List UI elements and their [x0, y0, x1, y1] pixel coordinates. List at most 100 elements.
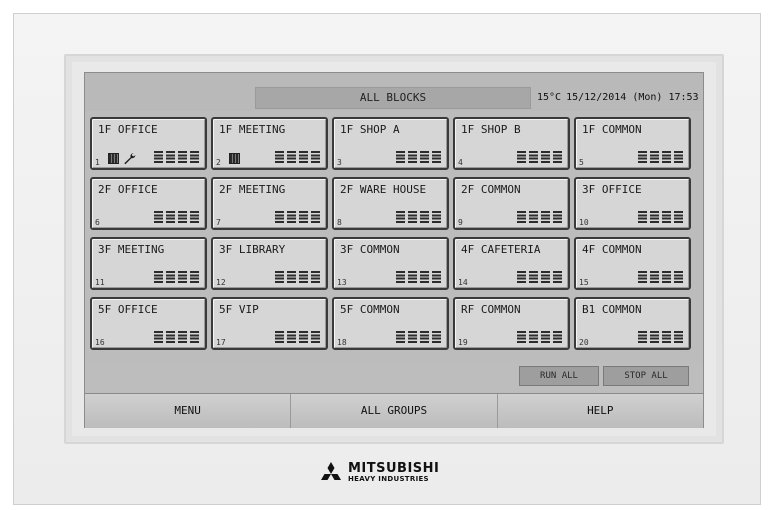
- wrench-icon: [124, 153, 136, 165]
- block-tile[interactable]: 1F MEETING 2: [211, 117, 328, 170]
- run-all-button[interactable]: RUN ALL: [519, 366, 599, 386]
- unit-status-icon: [396, 271, 442, 283]
- block-tile[interactable]: 2F MEETING 7: [211, 177, 328, 230]
- block-number: 10: [579, 218, 589, 227]
- block-tile[interactable]: 4F CAFETERIA 14: [453, 237, 570, 290]
- block-name: 2F OFFICE: [98, 183, 158, 196]
- block-grid: 1F OFFICE 1 1F MEETING 2 1F SHOP A 3 1F SHOP B…: [90, 117, 691, 350]
- block-name: 5F VIP: [219, 303, 259, 316]
- three-diamonds-icon: [321, 462, 341, 480]
- temperature-readout: 15°C: [537, 92, 562, 103]
- unit-status-icon: [517, 271, 563, 283]
- unit-status-icon: [154, 331, 200, 343]
- block-name: 1F MEETING: [219, 123, 286, 136]
- all-groups-button[interactable]: ALL GROUPS: [290, 394, 496, 428]
- block-number: 5: [579, 158, 584, 167]
- block-number: 8: [337, 218, 342, 227]
- block-tile[interactable]: 3F OFFICE 10: [574, 177, 691, 230]
- block-tile[interactable]: 5F COMMON 18: [332, 297, 449, 350]
- block-number: 19: [458, 338, 468, 347]
- block-name: 1F SHOP A: [340, 123, 400, 136]
- block-name: 1F SHOP B: [461, 123, 521, 136]
- menu-button[interactable]: MENU: [85, 394, 290, 428]
- unit-status-icon: [638, 331, 684, 343]
- status-info: 15°C 15/12/2014 (Mon) 17:53: [537, 87, 701, 109]
- block-tile[interactable]: B1 COMMON 20: [574, 297, 691, 350]
- unit-status-icon: [396, 331, 442, 343]
- block-name: RF COMMON: [461, 303, 521, 316]
- block-number: 6: [95, 218, 100, 227]
- block-tile[interactable]: 3F COMMON 13: [332, 237, 449, 290]
- block-name: 3F OFFICE: [582, 183, 642, 196]
- status-bar: ALL BLOCKS 15°C 15/12/2014 (Mon) 17:53: [85, 73, 703, 111]
- filter-sign-icon: [108, 153, 119, 164]
- block-number: 4: [458, 158, 463, 167]
- block-name: 2F WARE HOUSE: [340, 183, 427, 196]
- block-name: 2F COMMON: [461, 183, 521, 196]
- block-number: 7: [216, 218, 221, 227]
- unit-status-icon: [154, 271, 200, 283]
- block-number: 9: [458, 218, 463, 227]
- block-number: 15: [579, 278, 589, 287]
- block-tile[interactable]: 3F MEETING 11: [90, 237, 207, 290]
- block-name: 1F COMMON: [582, 123, 642, 136]
- datetime-readout: 15/12/2014 (Mon) 17:53: [566, 92, 699, 103]
- block-tile[interactable]: 1F SHOP B 4: [453, 117, 570, 170]
- block-name: 3F LIBRARY: [219, 243, 286, 256]
- block-name: 5F COMMON: [340, 303, 400, 316]
- block-name: 3F MEETING: [98, 243, 165, 256]
- block-tile[interactable]: 2F WARE HOUSE 8: [332, 177, 449, 230]
- block-number: 2: [216, 158, 221, 167]
- block-tile[interactable]: RF COMMON 19: [453, 297, 570, 350]
- block-number: 20: [579, 338, 589, 347]
- unit-status-icon: [517, 331, 563, 343]
- unit-status-icon: [275, 211, 321, 223]
- block-number: 1: [95, 158, 100, 167]
- block-tile[interactable]: 2F OFFICE 6: [90, 177, 207, 230]
- filter-sign-icon: [229, 153, 240, 164]
- block-number: 18: [337, 338, 347, 347]
- touch-screen: ALL BLOCKS 15°C 15/12/2014 (Mon) 17:53 1F…: [84, 72, 704, 428]
- unit-status-icon: [396, 151, 442, 163]
- block-tile[interactable]: 5F OFFICE 16: [90, 297, 207, 350]
- unit-status-icon: [275, 271, 321, 283]
- block-number: 14: [458, 278, 468, 287]
- block-tile[interactable]: 1F COMMON 5: [574, 117, 691, 170]
- block-tile[interactable]: 1F OFFICE 1: [90, 117, 207, 170]
- block-tile[interactable]: 4F COMMON 15: [574, 237, 691, 290]
- brand-subname: HEAVY INDUSTRIES: [348, 475, 429, 483]
- block-number: 13: [337, 278, 347, 287]
- unit-status-icon: [154, 211, 200, 223]
- block-number: 12: [216, 278, 226, 287]
- unit-status-icon: [275, 151, 321, 163]
- block-tile[interactable]: 1F SHOP A 3: [332, 117, 449, 170]
- block-name: 4F COMMON: [582, 243, 642, 256]
- unit-status-icon: [517, 151, 563, 163]
- block-tile[interactable]: 3F LIBRARY 12: [211, 237, 328, 290]
- block-name: B1 COMMON: [582, 303, 642, 316]
- block-name: 1F OFFICE: [98, 123, 158, 136]
- unit-status-icon: [638, 271, 684, 283]
- brand-logo: MITSUBISHI HEAVY INDUSTRIES: [318, 461, 439, 487]
- help-button[interactable]: HELP: [496, 394, 703, 428]
- unit-status-icon: [638, 211, 684, 223]
- block-name: 4F CAFETERIA: [461, 243, 541, 256]
- bottom-nav: MENU ALL GROUPS HELP: [85, 393, 703, 428]
- stop-all-button[interactable]: STOP ALL: [603, 366, 689, 386]
- block-number: 17: [216, 338, 226, 347]
- block-tile[interactable]: 2F COMMON 9: [453, 177, 570, 230]
- unit-status-icon: [517, 211, 563, 223]
- block-name: 2F MEETING: [219, 183, 286, 196]
- block-name: 3F COMMON: [340, 243, 400, 256]
- block-number: 16: [95, 338, 105, 347]
- page-title: ALL BLOCKS: [255, 87, 531, 109]
- unit-status-icon: [638, 151, 684, 163]
- block-name: 5F OFFICE: [98, 303, 158, 316]
- unit-status-icon: [396, 211, 442, 223]
- block-number: 3: [337, 158, 342, 167]
- unit-status-icon: [154, 151, 200, 163]
- block-number: 11: [95, 278, 105, 287]
- brand-name: MITSUBISHI: [348, 461, 440, 476]
- unit-status-icon: [275, 331, 321, 343]
- block-tile[interactable]: 5F VIP 17: [211, 297, 328, 350]
